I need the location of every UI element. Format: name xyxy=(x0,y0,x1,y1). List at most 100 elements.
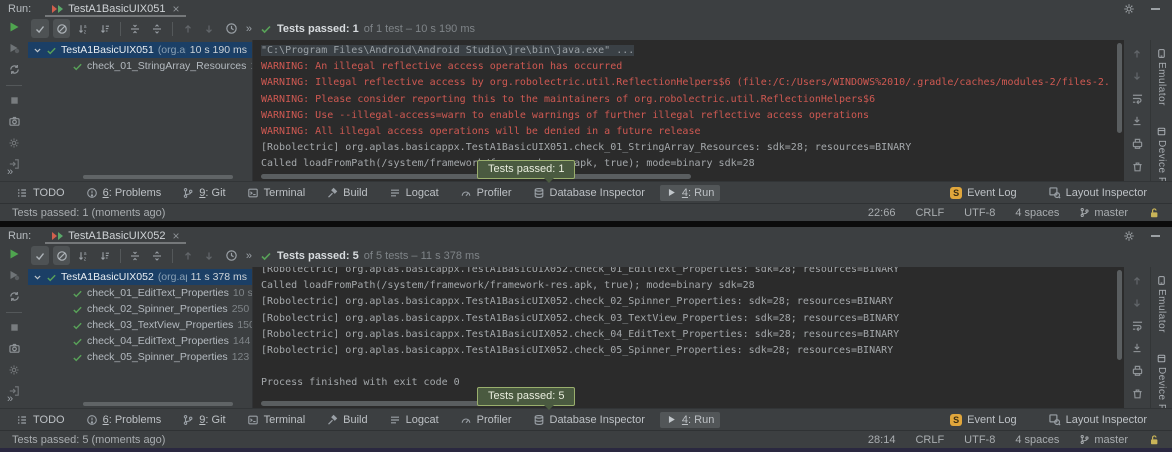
show-passed-toggle[interactable] xyxy=(31,246,49,265)
collapse-all-icon[interactable] xyxy=(127,19,145,38)
toolbar-button-run[interactable]: 4: Run xyxy=(660,185,720,201)
unlock-icon[interactable] xyxy=(1148,207,1160,219)
screenshot-icon[interactable] xyxy=(8,342,21,355)
toolbar-button-terminal[interactable]: Terminal xyxy=(241,185,312,201)
rerun-button[interactable] xyxy=(8,248,20,260)
chevron-down-icon[interactable] xyxy=(33,273,42,282)
test-history-icon[interactable] xyxy=(222,246,240,265)
stop-button[interactable] xyxy=(9,322,20,333)
run-tab-test051[interactable]: TestA1BasicUIX051 × xyxy=(45,0,186,17)
sort-by-duration-icon[interactable] xyxy=(96,19,114,38)
tree-test-row[interactable]: check_01_StringArray_Resources 10 s 190 … xyxy=(28,58,252,74)
toolbar-button-database-inspector[interactable]: Database Inspector xyxy=(527,412,651,428)
show-ignored-toggle[interactable] xyxy=(53,19,71,38)
tree-test-row[interactable]: check_01_EditText_Properties 10 s 711 ms xyxy=(28,285,252,301)
next-failed-test-icon[interactable] xyxy=(201,246,219,265)
gear-icon[interactable] xyxy=(1123,3,1135,15)
toolbar-button-logcat[interactable]: Logcat xyxy=(383,185,445,201)
run-tab-test052[interactable]: TestA1BasicUIX052 × xyxy=(45,227,186,244)
up-stack-trace-icon[interactable] xyxy=(1131,275,1143,287)
tree-test-row[interactable]: check_04_EditText_Properties 144 ms xyxy=(28,333,252,349)
collapse-all-icon[interactable] xyxy=(127,246,145,265)
unlock-icon[interactable] xyxy=(1148,434,1160,446)
show-ignored-toggle[interactable] xyxy=(53,246,71,265)
git-branch-widget[interactable]: master xyxy=(1079,434,1128,446)
test-results-tree[interactable]: TestA1BasicUIX051 (org.aplas.basica 10 s… xyxy=(28,40,252,181)
clear-console-icon[interactable] xyxy=(1131,387,1144,400)
layout-inspector-button[interactable]: Layout Inspector xyxy=(1042,411,1153,428)
sort-alphabetically-icon[interactable]: az xyxy=(74,246,92,265)
indent-setting[interactable]: 4 spaces xyxy=(1015,207,1059,219)
up-stack-trace-icon[interactable] xyxy=(1131,48,1143,60)
sort-by-duration-icon[interactable] xyxy=(96,246,114,265)
more-options-chevron-icon[interactable]: » xyxy=(7,393,13,405)
stop-button[interactable] xyxy=(9,95,20,106)
console-output[interactable]: "C:\Program Files\Android\Android Studio… xyxy=(252,40,1124,181)
tree-horizontal-scrollbar[interactable] xyxy=(83,402,233,406)
test-results-tree[interactable]: TestA1BasicUIX052 (org.aplas.basica 11 s… xyxy=(28,267,252,408)
close-tab-icon[interactable]: × xyxy=(172,2,179,16)
toolbar-button-problems[interactable]: 6: Problems xyxy=(80,412,168,428)
next-failed-test-icon[interactable] xyxy=(201,19,219,38)
line-separator[interactable]: CRLF xyxy=(915,434,944,446)
indent-setting[interactable]: 4 spaces xyxy=(1015,434,1059,446)
tree-horizontal-scrollbar[interactable] xyxy=(83,175,233,179)
toolbar-button-problems[interactable]: 6: Problems xyxy=(80,185,168,201)
sidebar-tab-emulator[interactable]: Emulator xyxy=(1156,275,1167,333)
console-vertical-scrollbar[interactable] xyxy=(1117,270,1122,360)
tree-root-row[interactable]: TestA1BasicUIX051 (org.aplas.basica 10 s… xyxy=(28,42,252,58)
console-vertical-scrollbar[interactable] xyxy=(1117,43,1122,133)
toolbar-button-database-inspector[interactable]: Database Inspector xyxy=(527,185,651,201)
toggle-auto-test-icon[interactable] xyxy=(8,290,21,303)
toolbar-button-profiler[interactable]: Profiler xyxy=(454,412,518,428)
expand-all-icon[interactable] xyxy=(148,246,166,265)
soft-wrap-icon[interactable] xyxy=(1131,319,1144,332)
close-tab-icon[interactable]: × xyxy=(172,229,179,243)
rerun-failed-tests-icon[interactable] xyxy=(8,42,20,54)
tree-test-row[interactable]: check_02_Spinner_Properties 250 ms xyxy=(28,301,252,317)
toolbar-button-terminal[interactable]: Terminal xyxy=(241,412,312,428)
chevron-down-icon[interactable] xyxy=(33,46,42,55)
tree-test-row[interactable]: check_03_TextView_Properties 150 ms xyxy=(28,317,252,333)
minimize-icon[interactable] xyxy=(1151,235,1160,237)
down-stack-trace-icon[interactable] xyxy=(1131,70,1143,82)
rerun-failed-tests-icon[interactable] xyxy=(8,269,20,281)
console-horizontal-scrollbar[interactable] xyxy=(261,174,691,179)
console-output[interactable]: [Robolectric] org.aplas.basicappx.TestA1… xyxy=(252,267,1124,408)
previous-failed-test-icon[interactable] xyxy=(179,246,197,265)
down-stack-trace-icon[interactable] xyxy=(1131,297,1143,309)
toggle-auto-test-icon[interactable] xyxy=(8,63,21,76)
screenshot-icon[interactable] xyxy=(8,115,21,128)
caret-position[interactable]: 22:66 xyxy=(868,207,896,219)
scroll-to-end-icon[interactable] xyxy=(1131,115,1143,127)
file-encoding[interactable]: UTF-8 xyxy=(964,434,995,446)
previous-failed-test-icon[interactable] xyxy=(179,19,197,38)
sidebar-tab-emulator[interactable]: Emulator xyxy=(1156,48,1167,106)
event-log-button[interactable]: S Event Log xyxy=(944,412,1023,428)
settings-strip-icon[interactable] xyxy=(8,137,20,149)
scroll-to-end-icon[interactable] xyxy=(1131,342,1143,354)
minimize-icon[interactable] xyxy=(1151,8,1160,10)
line-separator[interactable]: CRLF xyxy=(915,207,944,219)
toolbar-button-build[interactable]: Build xyxy=(320,412,373,428)
caret-position[interactable]: 28:14 xyxy=(868,434,896,446)
test-history-icon[interactable] xyxy=(222,19,240,38)
toolbar-button-git[interactable]: 9: Git xyxy=(176,412,231,428)
print-icon[interactable] xyxy=(1131,364,1144,377)
toolbar-button-run[interactable]: 4: Run xyxy=(660,412,720,428)
git-branch-widget[interactable]: master xyxy=(1079,207,1128,219)
layout-inspector-button[interactable]: Layout Inspector xyxy=(1042,184,1153,201)
show-passed-toggle[interactable] xyxy=(31,19,49,38)
sort-alphabetically-icon[interactable]: az xyxy=(74,19,92,38)
toolbar-button-todo[interactable]: TODO xyxy=(10,412,71,428)
toolbar-button-git[interactable]: 9: Git xyxy=(176,185,231,201)
gear-icon[interactable] xyxy=(1123,230,1135,242)
rerun-button[interactable] xyxy=(8,21,20,33)
clear-console-icon[interactable] xyxy=(1131,160,1144,173)
tree-test-row[interactable]: check_05_Spinner_Properties 123 ms xyxy=(28,349,252,365)
print-icon[interactable] xyxy=(1131,137,1144,150)
soft-wrap-icon[interactable] xyxy=(1131,92,1144,105)
event-log-button[interactable]: S Event Log xyxy=(944,185,1023,201)
toolbar-button-todo[interactable]: TODO xyxy=(10,185,71,201)
toolbar-button-profiler[interactable]: Profiler xyxy=(454,185,518,201)
